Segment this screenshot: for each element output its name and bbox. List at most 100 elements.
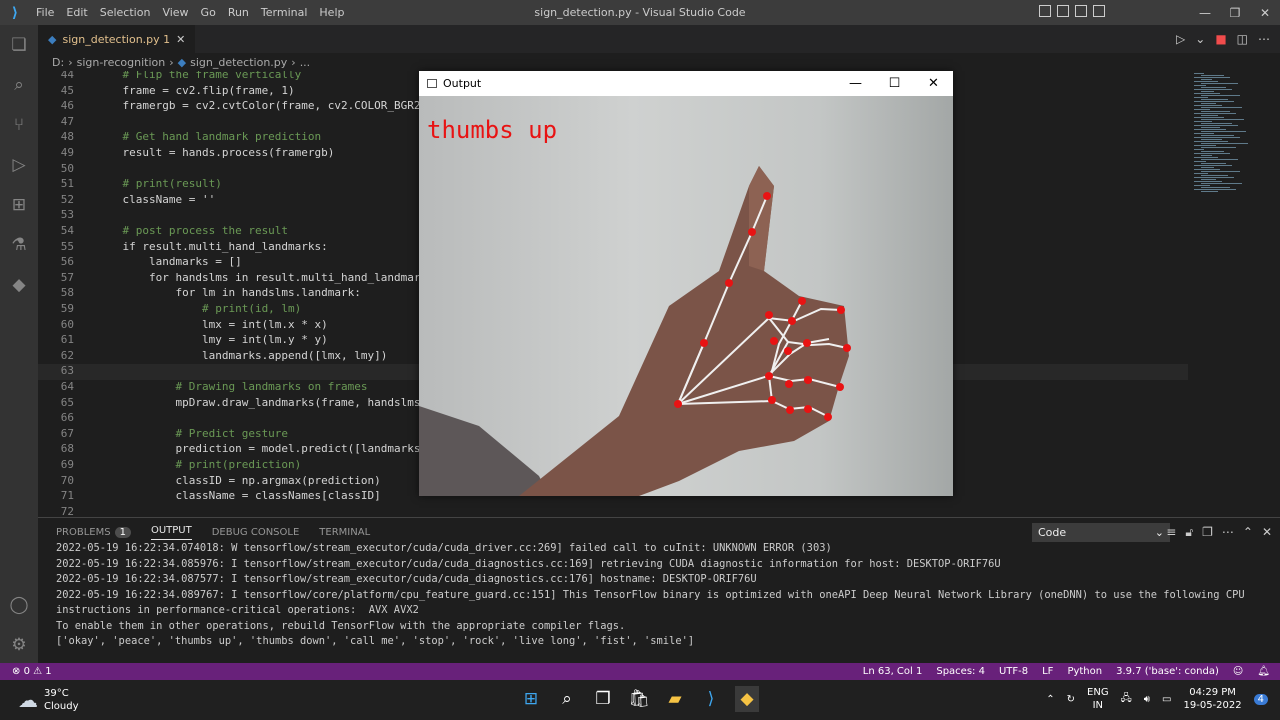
minimap[interactable]	[1190, 71, 1280, 517]
minimap-line	[1194, 153, 1230, 154]
menu-selection[interactable]: Selection	[94, 6, 157, 19]
task-view-icon[interactable]: ❐	[591, 686, 615, 712]
tab-debug-console[interactable]: DEBUG CONSOLE	[212, 527, 300, 538]
minimap-line	[1194, 177, 1234, 178]
language-indicator[interactable]: ENG IN	[1087, 686, 1109, 712]
menu-go[interactable]: Go	[195, 6, 222, 19]
menu-terminal[interactable]: Terminal	[255, 6, 314, 19]
minimap-line	[1201, 183, 1242, 184]
line-number: 51	[60, 177, 74, 191]
output-line: 2022-05-19 16:22:34.085976: I tensorflow…	[56, 557, 1001, 570]
end-of-line[interactable]: LF	[1042, 666, 1053, 677]
minimap-line	[1194, 105, 1222, 106]
notification-badge[interactable]: 4	[1253, 693, 1268, 705]
tab-problems[interactable]: PROBLEMS 1	[56, 526, 131, 538]
menu-run[interactable]: Run	[222, 6, 255, 19]
line-number: 46	[60, 99, 74, 113]
minimize-icon[interactable]: —	[1190, 6, 1220, 20]
minimap-line	[1201, 179, 1216, 180]
vscode-taskbar-icon[interactable]: ⟩	[699, 686, 723, 712]
line-number: 58	[60, 286, 74, 300]
encoding[interactable]: UTF-8	[999, 666, 1028, 677]
layout-controls[interactable]	[1039, 5, 1105, 17]
account-icon[interactable]: ◯	[0, 585, 38, 625]
menu-view[interactable]: View	[156, 6, 194, 19]
toggle-panel-icon[interactable]	[1057, 5, 1069, 17]
tab-sign-detection[interactable]: ◆ sign_detection.py 1 ✕	[38, 25, 196, 53]
output-window[interactable]: Output — ☐ ✕ thumbs up	[419, 71, 953, 496]
code-line[interactable]: 72	[38, 505, 1188, 517]
lock-scroll-icon[interactable]: 🔓︎	[1185, 525, 1193, 540]
output-minimize-icon[interactable]: —	[836, 71, 875, 96]
open-in-editor-icon[interactable]: ❐	[1202, 525, 1213, 540]
line-number: 54	[60, 224, 74, 237]
battery-icon[interactable]: ▭	[1162, 694, 1171, 705]
more-actions-icon[interactable]: ⋯	[1258, 32, 1270, 46]
toggle-sidebar-icon[interactable]	[1039, 5, 1051, 17]
minimap-line	[1201, 99, 1228, 100]
file-explorer-icon[interactable]: ▰	[663, 686, 687, 712]
vscode-logo-icon: ⟩	[11, 4, 19, 21]
extensions-icon[interactable]: ⊞	[0, 185, 38, 225]
source-control-icon[interactable]: ⑂	[0, 105, 38, 145]
network-icon[interactable]: 🖧︎	[1121, 691, 1132, 708]
cursor-position[interactable]: Ln 63, Col 1	[863, 666, 923, 677]
breadcrumb-file[interactable]: sign_detection.py	[190, 56, 287, 69]
output-maximize-icon[interactable]: ☐	[875, 71, 914, 96]
feedback-icon[interactable]: ☺	[1233, 666, 1243, 677]
tab-terminal[interactable]: TERMINAL	[319, 527, 370, 538]
language-mode[interactable]: Python	[1067, 666, 1102, 677]
store-icon[interactable]: 🛍︎	[627, 686, 651, 712]
maximize-panel-icon[interactable]: ⌃	[1243, 525, 1253, 540]
menu-edit[interactable]: Edit	[60, 6, 93, 19]
minimap-line	[1194, 121, 1212, 122]
output-channel-select[interactable]: Code ⌄	[1032, 523, 1170, 542]
code-text: for lm in handslms.landmark:	[96, 286, 361, 300]
show-hidden-icons-icon[interactable]: ⌃	[1046, 694, 1054, 705]
settings-gear-icon[interactable]: ⚙	[0, 625, 38, 665]
run-debug-icon[interactable]: ▷	[0, 145, 38, 185]
python-interpreter[interactable]: 3.9.7 ('base': conda)	[1116, 666, 1219, 677]
python-file-icon: ◆	[177, 55, 187, 69]
output-log[interactable]: 2022-05-19 16:22:34.074018: W tensorflow…	[38, 541, 1280, 650]
breadcrumb-symbol[interactable]: ...	[300, 56, 311, 69]
toggle-secondary-sidebar-icon[interactable]	[1075, 5, 1087, 17]
testing-icon[interactable]: ⚗	[0, 225, 38, 265]
line-number: 60	[60, 317, 74, 331]
volume-icon[interactable]: 🔊︎	[1144, 694, 1150, 705]
minimap-line	[1194, 133, 1214, 134]
stop-icon[interactable]: ■	[1215, 32, 1226, 46]
indentation[interactable]: Spaces: 4	[936, 666, 985, 677]
split-editor-icon[interactable]: ◫	[1237, 32, 1248, 46]
weather-widget[interactable]: ☁ 39°C Cloudy	[18, 687, 78, 713]
breadcrumb-folder[interactable]: sign-recognition	[77, 56, 166, 69]
run-file-icon[interactable]: ▷	[1176, 32, 1185, 46]
start-windows-icon[interactable]: ⊞	[519, 686, 543, 712]
clock[interactable]: 04:29 PM 19-05-2022	[1184, 686, 1242, 712]
output-line: instructions in performance-critical ope…	[56, 604, 419, 616]
restore-icon[interactable]: ❐	[1220, 6, 1250, 20]
tab-output[interactable]: OUTPUT	[150, 525, 192, 540]
minimap-line	[1194, 117, 1224, 118]
chevron-down-icon[interactable]: ⌄	[1195, 32, 1205, 46]
docker-icon[interactable]: ◆	[0, 265, 38, 305]
customize-layout-icon[interactable]	[1093, 5, 1105, 17]
explorer-icon[interactable]: ❏	[0, 25, 38, 65]
notifications-bell-icon[interactable]: 🔔︎	[1257, 666, 1270, 677]
close-panel-icon[interactable]: ✕	[1262, 525, 1272, 540]
sync-icon[interactable]: ↻	[1067, 694, 1075, 705]
menu-file[interactable]: File	[30, 6, 60, 19]
close-icon[interactable]: ✕	[1250, 6, 1280, 20]
taskbar-search-icon[interactable]: ⌕	[555, 686, 579, 712]
close-tab-icon[interactable]: ✕	[176, 33, 185, 46]
clear-output-icon[interactable]: ≡	[1166, 525, 1176, 540]
minimap-line	[1194, 165, 1232, 166]
breadcrumb-drive[interactable]: D:	[52, 56, 64, 69]
search-icon[interactable]: ⌕	[0, 65, 38, 105]
more-actions-icon[interactable]: ⋯	[1222, 525, 1234, 540]
menu-help[interactable]: Help	[313, 6, 350, 19]
minimap-line	[1201, 159, 1238, 160]
problems-status[interactable]: ⊗ 0 ⚠ 1	[0, 666, 52, 677]
output-close-icon[interactable]: ✕	[914, 71, 953, 96]
python-taskbar-icon[interactable]: ◆	[735, 686, 759, 712]
